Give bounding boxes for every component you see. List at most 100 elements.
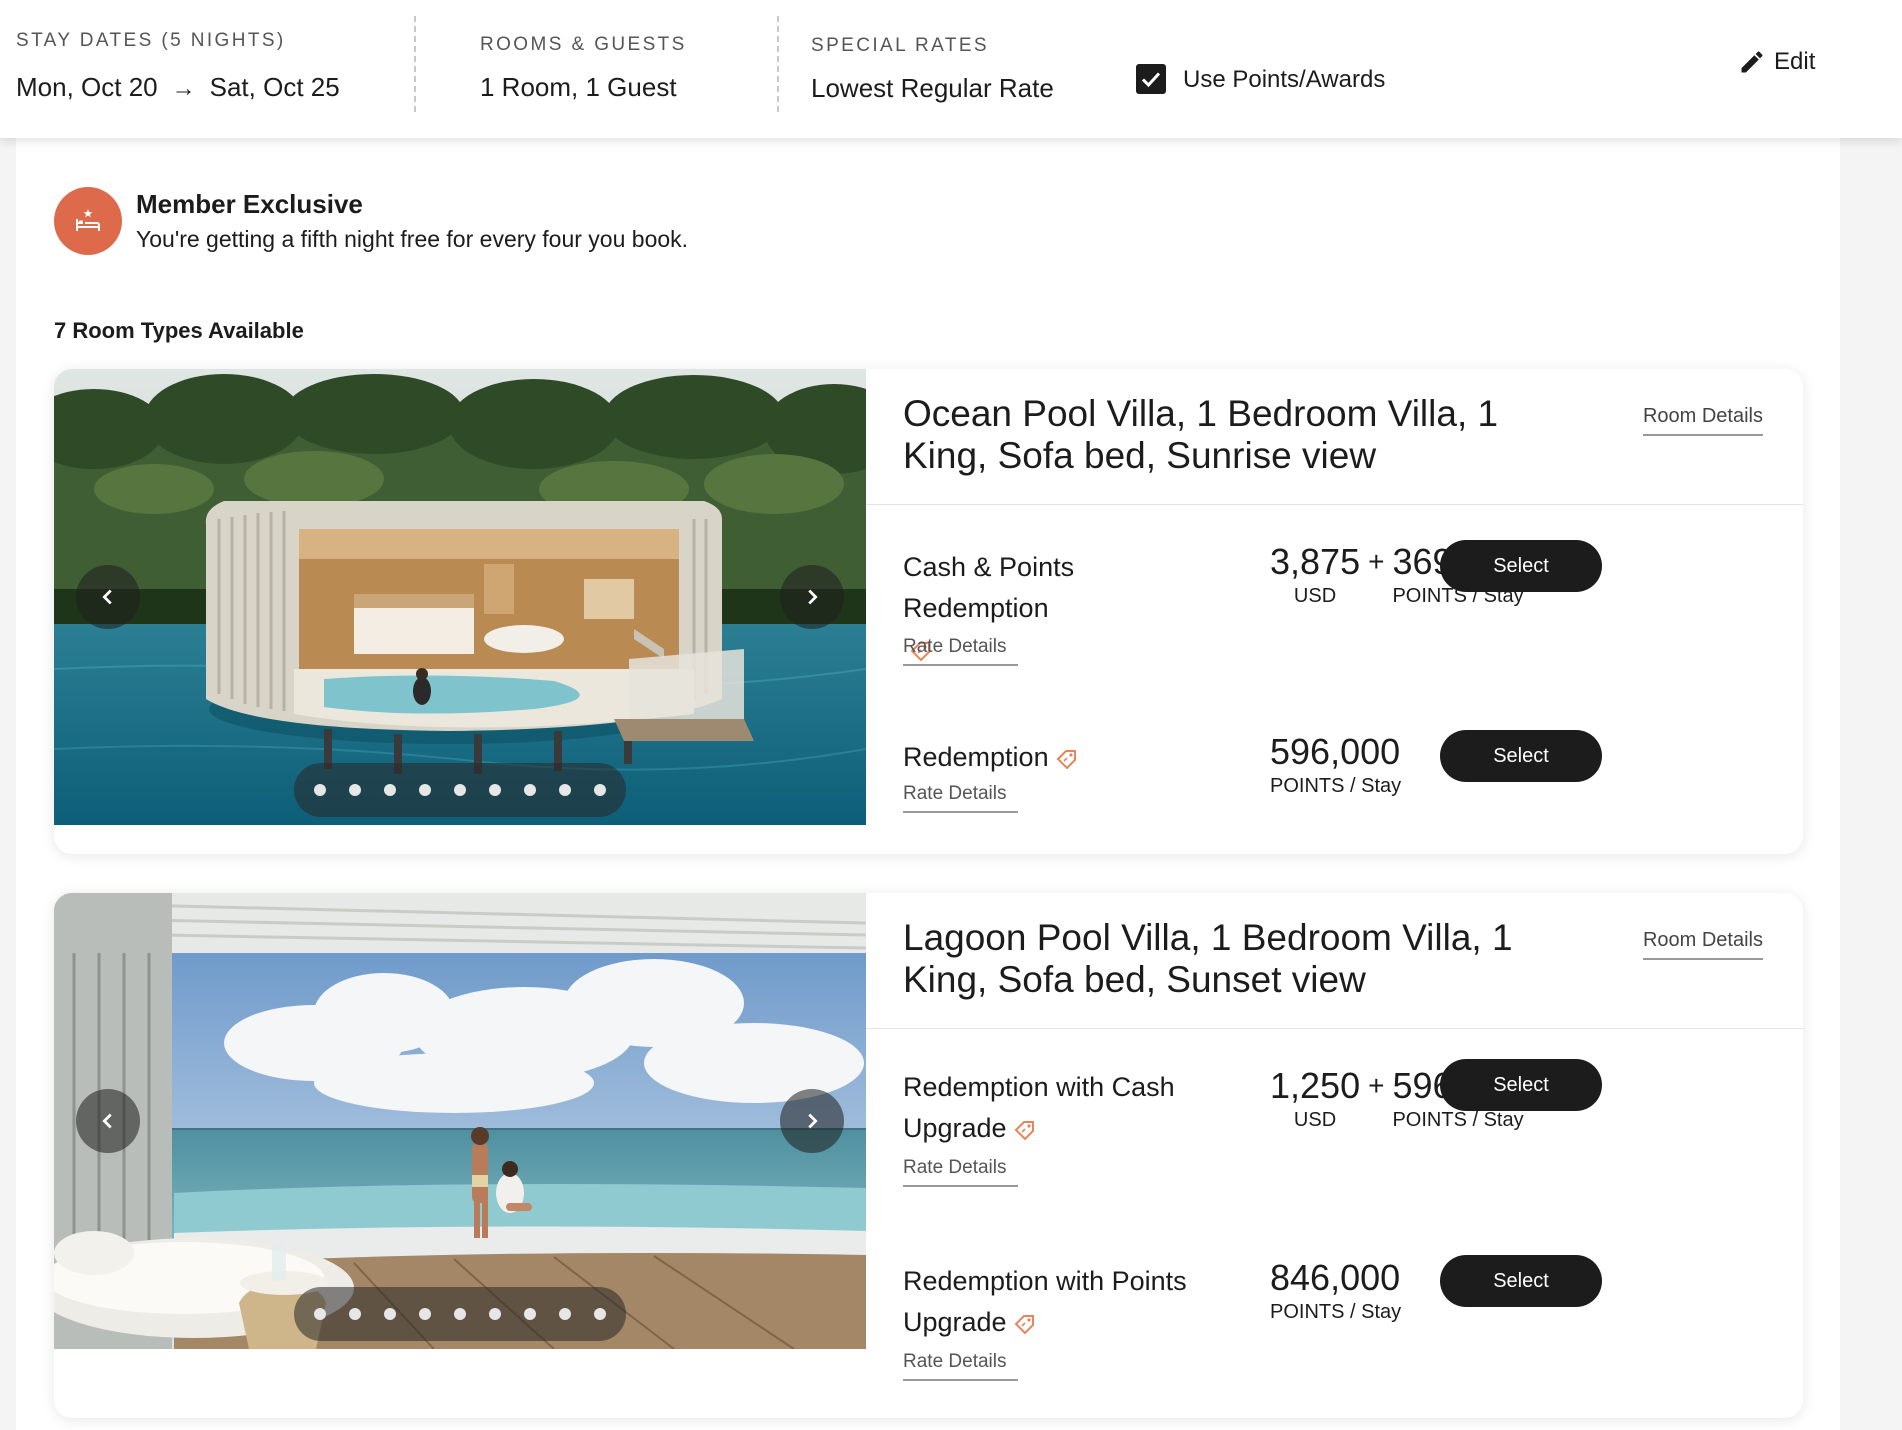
check-out-date: Sat, Oct 25 bbox=[209, 72, 340, 102]
photo-next-button[interactable] bbox=[780, 565, 844, 629]
member-subtitle: You're getting a fifth night free for ev… bbox=[136, 226, 689, 252]
cash-amount: 1,250 bbox=[1270, 1065, 1361, 1106]
carousel-dot[interactable] bbox=[489, 784, 501, 796]
points-amount: 596,000 bbox=[1270, 731, 1401, 772]
points-unit: POINTS / Stay bbox=[1270, 775, 1402, 797]
rate-row: Redemption Rate Details 596,000 POINTS /… bbox=[903, 730, 1803, 854]
carousel-dot[interactable] bbox=[349, 1308, 361, 1320]
lagoon-villa-image bbox=[54, 893, 866, 1349]
room-card: Ocean Pool Villa, 1 Bedroom Villa, 1 Kin… bbox=[54, 369, 1803, 854]
checkmark-icon bbox=[1141, 72, 1161, 88]
photo-carousel-dots bbox=[294, 1287, 626, 1341]
rate-details-link[interactable]: Rate Details bbox=[903, 1157, 1018, 1187]
bed-star-icon bbox=[76, 209, 100, 231]
member-exclusive-banner: Member Exclusive You're getting a fifth … bbox=[54, 187, 688, 255]
points-amount: 846,000 bbox=[1270, 1257, 1401, 1298]
rate-details-link[interactable]: Rate Details bbox=[903, 636, 1018, 666]
carousel-dot[interactable] bbox=[559, 784, 571, 796]
room-photo bbox=[54, 369, 866, 825]
carousel-dot[interactable] bbox=[349, 784, 361, 796]
select-button[interactable]: Select bbox=[1440, 540, 1602, 592]
select-button[interactable]: Select bbox=[1440, 730, 1602, 782]
price-tag-icon bbox=[1014, 1314, 1034, 1335]
carousel-dot[interactable] bbox=[454, 784, 466, 796]
rooms-guests-label: ROOMS & GUESTS bbox=[480, 34, 687, 55]
points-unit: POINTS / Stay bbox=[1270, 1301, 1402, 1323]
room-results-panel: Member Exclusive You're getting a fifth … bbox=[16, 138, 1840, 1430]
price-tag-icon bbox=[1014, 1120, 1034, 1141]
carousel-dot[interactable] bbox=[314, 1308, 326, 1320]
rate-name-text: Redemption bbox=[903, 742, 1049, 772]
carousel-dot[interactable] bbox=[594, 1308, 606, 1320]
carousel-dot[interactable] bbox=[384, 1308, 396, 1320]
carousel-dot[interactable] bbox=[454, 1308, 466, 1320]
edit-button[interactable]: Edit bbox=[1738, 48, 1815, 76]
rate-details-link[interactable]: Rate Details bbox=[903, 1351, 1018, 1381]
edit-label: Edit bbox=[1774, 48, 1816, 75]
ocean-villa-image bbox=[54, 369, 866, 825]
special-rates-value: Lowest Regular Rate bbox=[811, 73, 1054, 103]
carousel-dot[interactable] bbox=[559, 1308, 571, 1320]
rate-row: Redemption with Cash Upgrade Rate Detail… bbox=[903, 1059, 1803, 1207]
carousel-dot[interactable] bbox=[384, 784, 396, 796]
special-rates-section[interactable]: SPECIAL RATES Lowest Regular Rate bbox=[811, 0, 1054, 138]
divider bbox=[866, 1028, 1803, 1029]
divider bbox=[777, 16, 779, 112]
cash-unit: USD bbox=[1293, 1109, 1337, 1131]
room-details-link[interactable]: Room Details bbox=[1642, 405, 1763, 436]
chevron-right-icon bbox=[808, 589, 818, 605]
check-in-date: Mon, Oct 20 bbox=[16, 72, 158, 102]
select-button[interactable]: Select bbox=[1440, 1255, 1602, 1307]
divider bbox=[414, 16, 416, 112]
select-button[interactable]: Select bbox=[1440, 1059, 1602, 1111]
photo-next-button[interactable] bbox=[780, 1089, 844, 1153]
rooms-guests-value: 1 Room, 1 Guest bbox=[480, 72, 677, 102]
room-details-link[interactable]: Room Details bbox=[1642, 929, 1763, 960]
pencil-icon bbox=[1741, 51, 1763, 73]
member-title: Member Exclusive bbox=[136, 189, 363, 219]
carousel-dot[interactable] bbox=[524, 1308, 536, 1320]
points-unit: POINTS / Stay bbox=[1392, 1109, 1524, 1131]
page-gutter bbox=[1840, 138, 1902, 1430]
divider bbox=[866, 504, 1803, 505]
member-badge bbox=[54, 187, 122, 255]
stay-dates-label: STAY DATES (5 NIGHTS) bbox=[16, 30, 286, 51]
rate-price: 596,000 POINTS / Stay bbox=[1270, 731, 1401, 798]
chevron-right-icon bbox=[808, 1113, 818, 1129]
rate-details-link[interactable]: Rate Details bbox=[903, 783, 1018, 813]
cash-unit: USD bbox=[1293, 585, 1337, 607]
rate-name-text: Cash & Points Redemption bbox=[903, 552, 1075, 623]
carousel-dot[interactable] bbox=[419, 1308, 431, 1320]
room-info: Lagoon Pool Villa, 1 Bedroom Villa, 1 Ki… bbox=[866, 893, 1803, 1418]
carousel-dot[interactable] bbox=[314, 784, 326, 796]
carousel-dot[interactable] bbox=[419, 784, 431, 796]
room-info: Ocean Pool Villa, 1 Bedroom Villa, 1 Kin… bbox=[866, 369, 1803, 854]
rate-name-text: Redemption with Points Upgrade bbox=[903, 1266, 1187, 1337]
rate-name: Redemption with Cash Upgrade bbox=[903, 1067, 1223, 1149]
room-title: Ocean Pool Villa, 1 Bedroom Villa, 1 Kin… bbox=[903, 393, 1499, 476]
arrow-right-icon: → bbox=[171, 75, 196, 102]
chevron-left-icon bbox=[102, 1113, 112, 1129]
rate-name: Redemption bbox=[903, 737, 1223, 778]
room-card: Lagoon Pool Villa, 1 Bedroom Villa, 1 Ki… bbox=[54, 893, 1803, 1418]
photo-prev-button[interactable] bbox=[76, 565, 140, 629]
rate-price: 846,000 POINTS / Stay bbox=[1270, 1257, 1401, 1324]
room-photo bbox=[54, 893, 866, 1349]
photo-prev-button[interactable] bbox=[76, 1089, 140, 1153]
photo-carousel-dots bbox=[294, 763, 626, 817]
rooms-guests-section[interactable]: ROOMS & GUESTS 1 Room, 1 Guest bbox=[480, 0, 687, 138]
carousel-dot[interactable] bbox=[489, 1308, 501, 1320]
cash-amount: 3,875 bbox=[1270, 541, 1361, 582]
chevron-left-icon bbox=[102, 589, 112, 605]
rate-name: Redemption with Points Upgrade bbox=[903, 1261, 1223, 1343]
use-points-label[interactable]: Use Points/Awards bbox=[1183, 66, 1385, 94]
stay-dates-section[interactable]: STAY DATES (5 NIGHTS) Mon, Oct 20 → Sat, O… bbox=[16, 0, 340, 138]
search-summary-bar: STAY DATES (5 NIGHTS) Mon, Oct 20 → Sat, O… bbox=[0, 0, 1902, 138]
use-points-checkbox[interactable] bbox=[1136, 64, 1166, 94]
special-rates-label: SPECIAL RATES bbox=[811, 35, 989, 56]
room-count: 7 Room Types Available bbox=[54, 318, 304, 343]
rate-name-text: Redemption with Cash Upgrade bbox=[903, 1072, 1175, 1143]
carousel-dot[interactable] bbox=[594, 784, 606, 796]
carousel-dot[interactable] bbox=[524, 784, 536, 796]
room-title: Lagoon Pool Villa, 1 Bedroom Villa, 1 Ki… bbox=[903, 917, 1513, 1000]
